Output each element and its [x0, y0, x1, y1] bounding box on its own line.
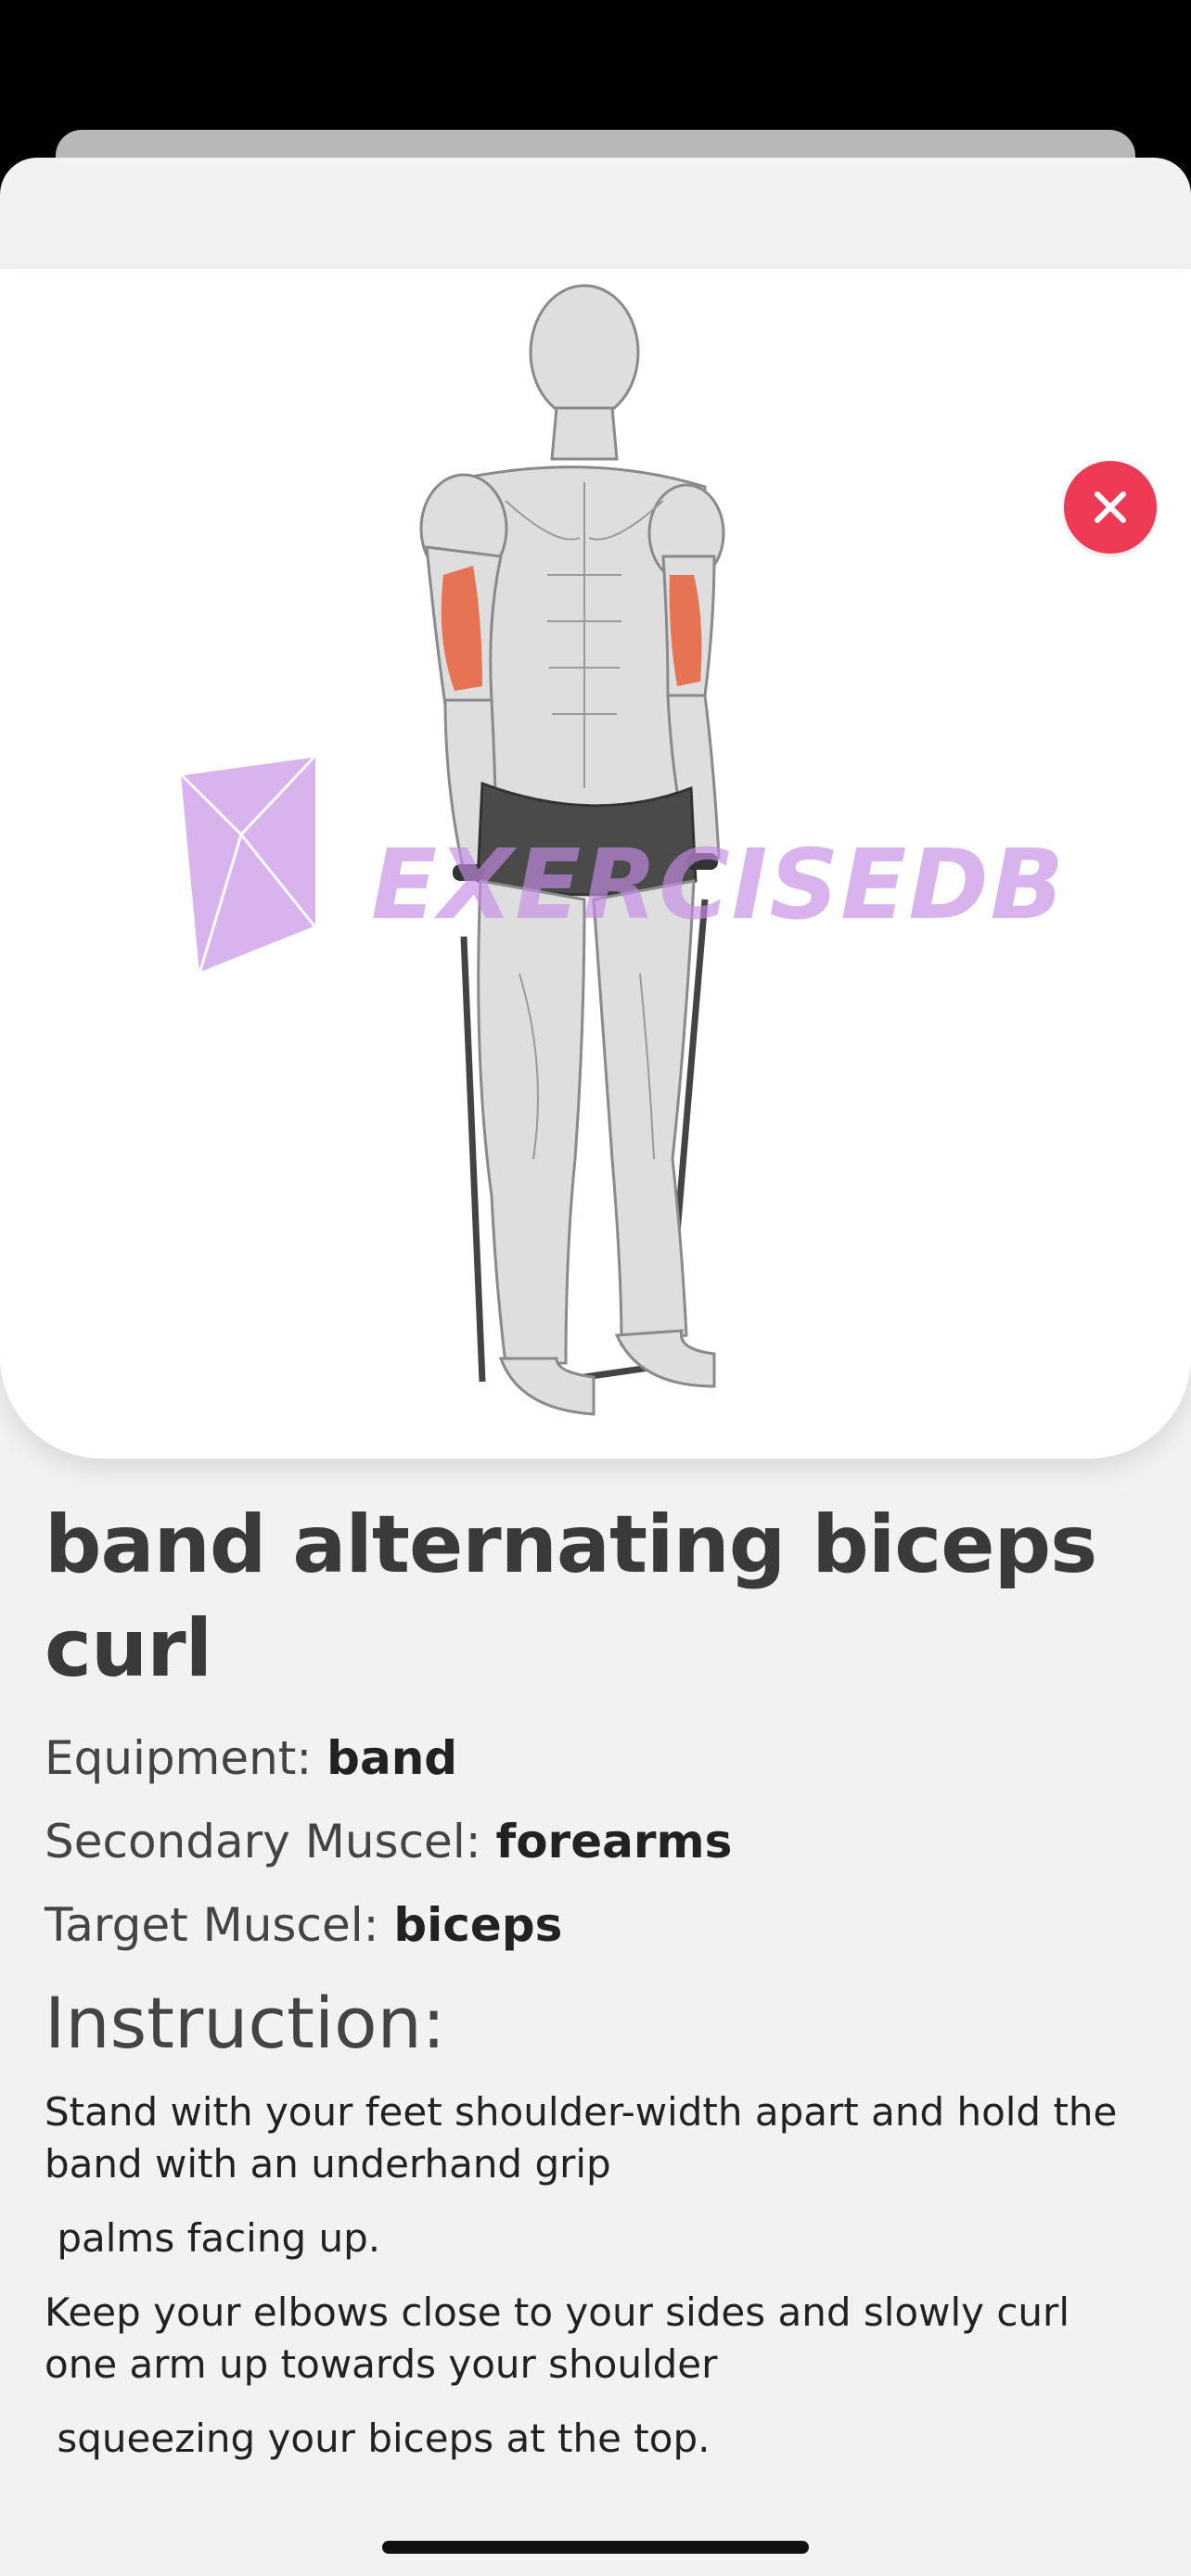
watermark-text: EXERCISEDB	[371, 828, 1066, 941]
instruction-step: squeezing your biceps at the top.	[45, 2416, 711, 2461]
target-muscle-row: Target Muscel: biceps	[45, 1895, 1148, 1955]
instruction-heading: Instruction:	[45, 1982, 446, 2064]
exercise-image-card: EXERCISEDB	[0, 269, 1191, 1459]
exercise-detail-sheet: EXERCISEDB band alternating biceps curl …	[0, 158, 1191, 2576]
close-button[interactable]	[1064, 461, 1157, 554]
secondary-muscle-row: Secondary Muscel: forearms	[45, 1812, 1148, 1871]
instruction-step: palms facing up.	[45, 2215, 381, 2261]
equipment-value: band	[327, 1731, 458, 1785]
exercisedb-logo-icon	[179, 754, 317, 976]
instruction-step: Stand with your feet shoulder-width apar…	[45, 2089, 1118, 2187]
exercise-title: band alternating biceps curl	[45, 1498, 1097, 1695]
instruction-step: Keep your elbows close to your sides and…	[45, 2289, 1069, 2387]
equipment-label: Equipment:	[45, 1731, 327, 1785]
home-indicator[interactable]	[382, 2541, 809, 2554]
equipment-row: Equipment: band	[45, 1728, 1148, 1788]
secondary-muscle-value: forearms	[495, 1815, 733, 1868]
exercise-illustration: EXERCISEDB	[179, 284, 1066, 1416]
secondary-muscle-label: Secondary Muscel:	[45, 1815, 496, 1868]
close-icon	[1095, 491, 1126, 523]
target-muscle-value: biceps	[393, 1898, 563, 1952]
target-muscle-label: Target Muscel:	[45, 1898, 394, 1952]
exercise-details: band alternating biceps curl Equipment: …	[45, 1493, 1148, 2487]
